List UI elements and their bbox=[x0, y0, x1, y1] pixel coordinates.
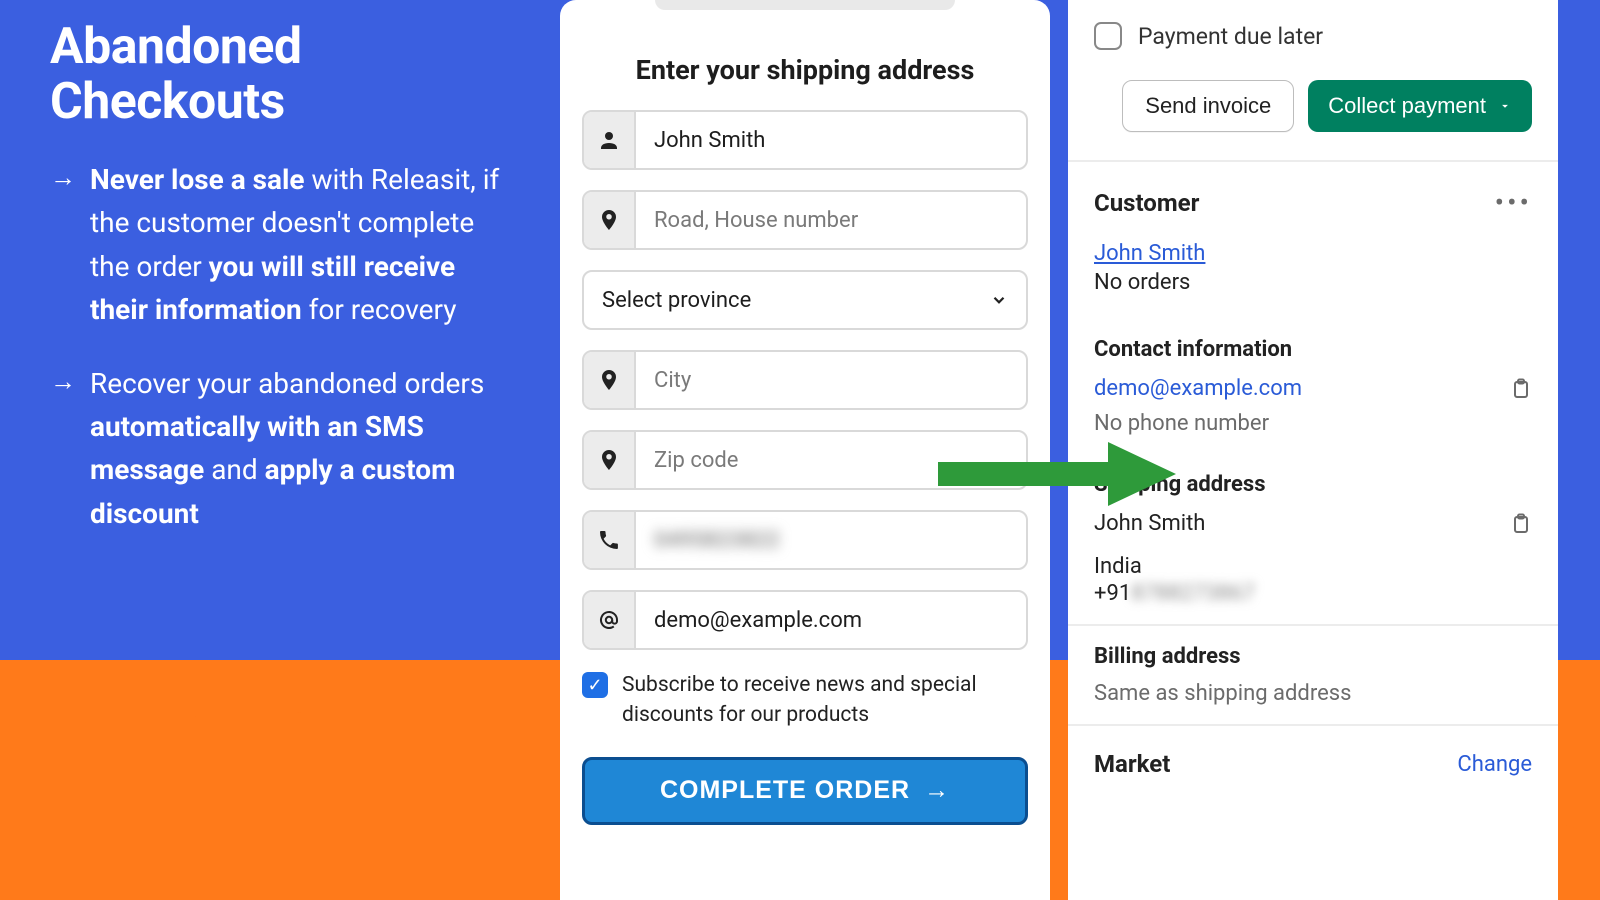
customer-section: Customer ••• John Smith No orders bbox=[1068, 162, 1558, 319]
market-heading: Market bbox=[1094, 750, 1170, 778]
zip-placeholder: Zip code bbox=[636, 432, 1026, 488]
checkbox-checked-icon[interactable]: ✓ bbox=[582, 672, 608, 698]
name-field[interactable]: John Smith bbox=[582, 110, 1028, 170]
checkbox-unchecked-icon[interactable] bbox=[1094, 22, 1122, 50]
email-value: demo@example.com bbox=[636, 592, 1026, 648]
billing-heading: Billing address bbox=[1094, 644, 1532, 669]
customer-name-link[interactable]: John Smith bbox=[1094, 241, 1205, 266]
contact-phone-placeholder: No phone number bbox=[1094, 411, 1532, 436]
email-field[interactable]: demo@example.com bbox=[582, 590, 1028, 650]
shipping-section: Shipping address John Smith India +91878… bbox=[1068, 454, 1558, 624]
marketing-panel: Abandoned Checkouts → Never lose a sale … bbox=[50, 20, 510, 565]
shipping-phone: +918788273867 bbox=[1094, 581, 1532, 606]
clipboard-icon[interactable] bbox=[1508, 377, 1532, 401]
city-placeholder: City bbox=[636, 352, 1026, 408]
customer-orders: No orders bbox=[1094, 270, 1532, 295]
send-invoice-button[interactable]: Send invoice bbox=[1122, 80, 1294, 132]
location-icon bbox=[584, 352, 636, 408]
checkout-form-card: Enter your shipping address John Smith R… bbox=[560, 0, 1050, 900]
address-placeholder: Road, House number bbox=[636, 192, 1026, 248]
zip-field[interactable]: Zip code bbox=[582, 430, 1028, 490]
customer-heading: Customer bbox=[1094, 189, 1199, 217]
billing-text: Same as shipping address bbox=[1094, 681, 1532, 706]
arrow-right-icon: → bbox=[50, 362, 76, 536]
subscribe-label: Subscribe to receive news and special di… bbox=[622, 670, 1028, 731]
province-placeholder: Select province bbox=[602, 288, 751, 313]
at-icon bbox=[584, 592, 636, 648]
subscribe-row[interactable]: ✓ Subscribe to receive news and special … bbox=[582, 670, 1028, 731]
phone-blurred-value: 0495823822 bbox=[636, 512, 1026, 568]
province-select[interactable]: Select province bbox=[582, 270, 1028, 330]
payment-due-later-label: Payment due later bbox=[1138, 23, 1323, 50]
phone-icon bbox=[584, 512, 636, 568]
form-title: Enter your shipping address bbox=[582, 54, 1028, 86]
shipping-heading: Shipping address bbox=[1094, 472, 1532, 497]
address-field[interactable]: Road, House number bbox=[582, 190, 1028, 250]
phone-field[interactable]: 0495823822 bbox=[582, 510, 1028, 570]
caret-down-icon bbox=[1498, 99, 1512, 113]
arrow-right-icon: → bbox=[50, 158, 76, 332]
chevron-down-icon bbox=[990, 291, 1008, 309]
name-value: John Smith bbox=[636, 112, 1026, 168]
person-icon bbox=[584, 112, 636, 168]
shipping-name: John Smith bbox=[1094, 511, 1205, 536]
location-icon bbox=[584, 432, 636, 488]
complete-order-button[interactable]: COMPLETE ORDER → bbox=[582, 757, 1028, 825]
billing-section: Billing address Same as shipping address bbox=[1068, 626, 1558, 724]
shipping-country: India bbox=[1094, 554, 1532, 579]
collect-payment-button[interactable]: Collect payment bbox=[1308, 80, 1532, 132]
city-field[interactable]: City bbox=[582, 350, 1028, 410]
marketing-bullet-1: → Never lose a sale with Releasit, if th… bbox=[50, 158, 510, 332]
payment-due-later-row[interactable]: Payment due later bbox=[1068, 0, 1558, 80]
arrow-right-icon: → bbox=[924, 776, 950, 805]
market-change-link[interactable]: Change bbox=[1457, 752, 1532, 777]
sheet-grabber bbox=[655, 0, 955, 10]
admin-order-panel: Payment due later Send invoice Collect p… bbox=[1068, 0, 1558, 900]
contact-email-link[interactable]: demo@example.com bbox=[1094, 376, 1302, 401]
marketing-bullet-2: → Recover your abandoned orders automati… bbox=[50, 362, 510, 536]
location-icon bbox=[584, 192, 636, 248]
market-section: Market Change bbox=[1068, 726, 1558, 818]
clipboard-icon[interactable] bbox=[1508, 512, 1532, 536]
more-icon[interactable]: ••• bbox=[1495, 186, 1532, 219]
marketing-title: Abandoned Checkouts bbox=[50, 20, 510, 130]
contact-section: Contact information demo@example.com No … bbox=[1068, 319, 1558, 454]
contact-heading: Contact information bbox=[1094, 337, 1532, 362]
